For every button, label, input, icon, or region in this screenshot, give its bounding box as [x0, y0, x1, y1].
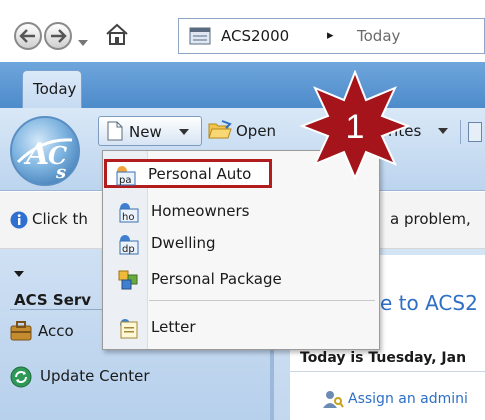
step-number: 1 [346, 108, 365, 146]
home-button[interactable] [104, 22, 130, 50]
menu-item-letter[interactable]: Letter [105, 313, 377, 343]
collapse-chevron-icon[interactable] [14, 271, 24, 277]
update-center-label: Update Center [40, 367, 150, 385]
address-app-name[interactable]: ACS2000 [221, 27, 289, 45]
open-folder-icon [208, 120, 232, 139]
address-bar[interactable]: ACS2000 ▸ Today [178, 18, 485, 54]
info-bar-text-start: Click th [32, 210, 88, 228]
chevron-down-icon [179, 129, 189, 135]
new-button-label: New [129, 123, 162, 141]
address-separator[interactable]: ▸ [327, 28, 334, 43]
user-key-icon [323, 391, 344, 408]
back-arrow-icon [19, 29, 35, 43]
menu-item-personal-package[interactable]: Personal Package [105, 265, 377, 295]
history-dropdown-button[interactable] [78, 31, 88, 50]
toolbar-overflow-icon[interactable] [468, 122, 482, 142]
update-center-link[interactable]: Update Center [10, 364, 210, 390]
tab-today[interactable]: Today [22, 70, 82, 108]
open-button-label: Open [236, 122, 277, 140]
forward-button[interactable] [44, 22, 72, 50]
info-bar-text-end: a problem, [390, 210, 471, 228]
menu-item-homeowners[interactable]: ho Homeowners [105, 197, 377, 227]
menu-item-label: Personal Package [151, 270, 282, 288]
personal-auto-icon: pa [116, 166, 136, 186]
menu-separator [149, 300, 375, 301]
app-window-icon [189, 27, 211, 45]
forward-arrow-icon [51, 29, 67, 43]
homeowners-icon: ho [119, 203, 139, 223]
briefcase-icon [10, 321, 32, 341]
today-date-text: Today is Tuesday, Jan [300, 350, 467, 366]
step-annotation-badge: 1 [299, 69, 411, 181]
acs-logo-icon: A C s [16, 137, 73, 183]
menu-item-label: Letter [151, 318, 196, 336]
update-center-icon [10, 366, 32, 388]
acs-logo: A C s [10, 116, 80, 186]
menu-item-label: Homeowners [151, 202, 250, 220]
home-icon [106, 23, 128, 45]
card-divider [290, 371, 485, 372]
new-button[interactable]: New [98, 116, 202, 146]
toolbar-separator [460, 120, 461, 144]
personal-auto-highlight: pa Personal Auto [104, 159, 272, 188]
svg-text:pa: pa [119, 175, 131, 186]
assign-admin-task[interactable]: Assign an admini [322, 389, 485, 411]
svg-text:dp: dp [122, 244, 135, 255]
chevron-down-icon [438, 128, 448, 134]
chevron-down-icon [78, 40, 88, 46]
personal-auto-label[interactable]: Personal Auto [148, 165, 251, 183]
svg-text:s: s [55, 162, 66, 183]
back-button[interactable] [14, 22, 42, 50]
open-button[interactable]: Open [206, 116, 292, 146]
menu-item-dwelling[interactable]: dp Dwelling [105, 229, 377, 259]
info-icon [10, 211, 28, 229]
letter-icon [120, 319, 138, 339]
address-location[interactable]: Today [357, 27, 400, 45]
services-section-title: ACS Serv [14, 291, 92, 309]
svg-text:ho: ho [122, 212, 134, 223]
new-document-icon [107, 121, 123, 141]
assign-admin-text: Assign an admini [348, 391, 468, 407]
svg-text:A: A [23, 137, 49, 172]
accounts-link[interactable]: Acco [10, 319, 110, 345]
welcome-heading: e to ACS2 [380, 291, 478, 315]
menu-item-label: Dwelling [151, 234, 216, 252]
personal-package-icon [118, 270, 138, 290]
dwelling-icon: dp [119, 235, 139, 255]
star-badge-icon: 1 [299, 69, 411, 181]
command-toolbar: New Open rites [92, 116, 485, 148]
accounts-label: Acco [38, 322, 74, 340]
tab-label: Today [33, 80, 77, 98]
